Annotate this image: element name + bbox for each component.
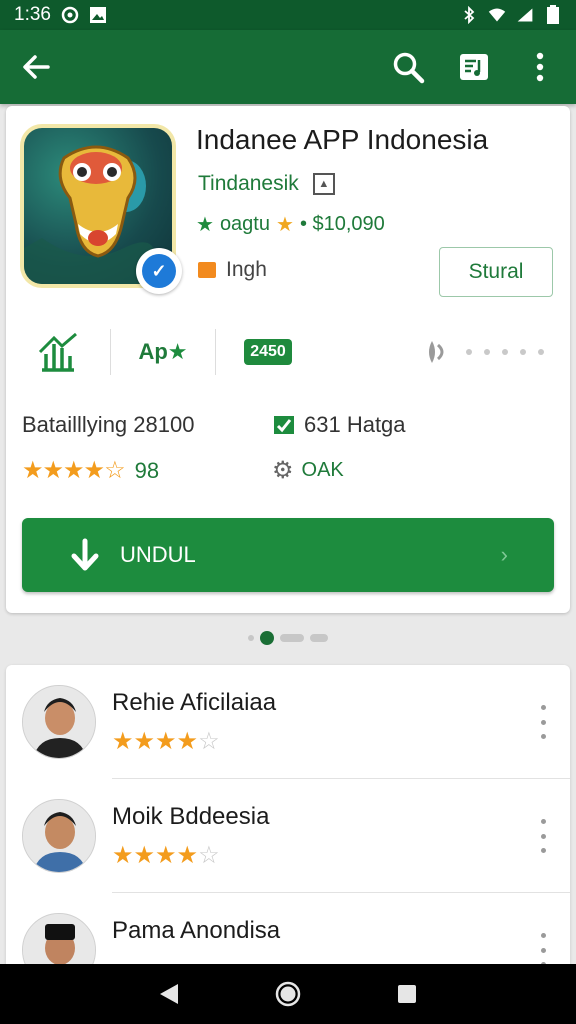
downloads-text: Batailllying 28100 xyxy=(22,412,195,437)
app-bar xyxy=(0,30,576,104)
age-row: 631 Hatga xyxy=(272,412,406,438)
nav-recents-button[interactable] xyxy=(387,974,427,1014)
flag-icon xyxy=(274,416,294,434)
nav-back-button[interactable] xyxy=(149,974,189,1014)
reviewer-name: Rehie Aficilaiaa xyxy=(112,689,277,716)
circle-home-icon xyxy=(275,981,301,1007)
playlist-button[interactable] xyxy=(454,47,494,87)
bluetooth-icon xyxy=(460,6,478,24)
status-bar: 1:36 xyxy=(0,0,576,30)
review-stars: ★★★★☆ xyxy=(112,728,220,755)
triangle-back-icon xyxy=(160,984,179,1004)
page-indicator xyxy=(0,628,576,648)
app-details-card: ✓ Indanee APP Indonesia Tindanesik ▲ ★ o… xyxy=(6,106,570,613)
more-vert-icon[interactable] xyxy=(536,705,550,739)
avatar[interactable] xyxy=(22,685,96,759)
wifi-icon xyxy=(488,6,506,24)
install-button[interactable]: Stural xyxy=(439,247,553,297)
status-row: ⚙ OAK xyxy=(272,456,344,485)
language-row: Ingh xyxy=(198,258,267,282)
page-dot[interactable] xyxy=(310,634,328,642)
avatar[interactable] xyxy=(22,913,96,965)
reviews-list: Rehie Aficilaiaa ★★★★☆ Moik Bddeesia ★★★… xyxy=(6,665,570,965)
review-stars: ★★★★☆ xyxy=(112,842,220,869)
page-dot[interactable] xyxy=(280,634,304,642)
playlist-icon xyxy=(460,54,488,80)
square-recents-icon xyxy=(397,985,416,1003)
download-label: UNDUL xyxy=(120,542,196,567)
more-vert-icon[interactable] xyxy=(536,933,550,965)
review-item[interactable]: Pama Anondisa xyxy=(6,893,570,965)
nav-home-button[interactable] xyxy=(268,974,308,1014)
app-verified-badge: ✓ xyxy=(136,248,182,294)
download-button[interactable]: UNDUL › xyxy=(22,518,554,592)
rating-text: oagtu xyxy=(219,213,270,235)
rating-row: ★★★★☆ 98 xyxy=(22,456,159,485)
apk-item[interactable]: Ap ★ xyxy=(111,320,215,384)
status-time: 1:36 xyxy=(14,4,51,25)
app-title: Indanee APP Indonesia xyxy=(196,124,489,155)
search-button[interactable] xyxy=(388,47,428,87)
status-label: OAK xyxy=(301,459,344,481)
verified-icon: ✓ xyxy=(142,254,176,288)
rating-line: ★ oagtu ★ • $10,090 xyxy=(196,212,385,237)
notification-icon xyxy=(61,6,79,24)
meta-row: Ap ★ 2450 xyxy=(6,320,570,384)
apk-label: Ap xyxy=(138,339,168,364)
star-icon: ★ xyxy=(276,214,294,236)
system-nav-bar xyxy=(0,964,576,1024)
back-button[interactable] xyxy=(16,47,56,87)
gear-icon: ⚙ xyxy=(272,457,294,484)
more-vert-icon[interactable] xyxy=(536,819,550,853)
more-info-item[interactable] xyxy=(320,320,568,384)
size-badge: 2450 xyxy=(244,339,292,365)
tag-icon xyxy=(198,262,216,278)
download-icon xyxy=(71,538,99,571)
developer-row[interactable]: Tindanesik ▲ xyxy=(198,172,335,196)
review-item[interactable]: Moik Bddeesia ★★★★☆ xyxy=(6,779,570,893)
star-icon: ★ xyxy=(167,339,188,364)
reviewer-name: Moik Bddeesia xyxy=(112,803,270,830)
audio-icon xyxy=(429,341,444,363)
price-text: • $10,090 xyxy=(299,213,385,235)
reviewer-name: Pama Anondisa xyxy=(112,917,281,944)
share-item[interactable] xyxy=(6,320,110,384)
search-icon xyxy=(393,52,425,84)
avatar[interactable] xyxy=(22,799,96,873)
review-item[interactable]: Rehie Aficilaiaa ★★★★☆ xyxy=(6,665,570,779)
pagination-dots xyxy=(466,349,544,355)
chevron-right-icon: › xyxy=(500,542,508,567)
arrow-back-icon xyxy=(23,55,50,79)
signal-icon xyxy=(516,6,534,24)
rating-stars: ★★★★☆ xyxy=(22,457,126,484)
page-dot[interactable] xyxy=(248,635,254,641)
size-item[interactable]: 2450 xyxy=(216,320,320,384)
star-icon: ★ xyxy=(196,214,214,236)
developer-name[interactable]: Tindanesik xyxy=(198,172,299,196)
share-chart-icon xyxy=(38,332,77,372)
more-vert-icon xyxy=(536,52,544,82)
image-placeholder-icon: ▲ xyxy=(312,173,335,195)
page-dot-active[interactable] xyxy=(260,631,274,645)
rating-value: 98 xyxy=(134,457,160,483)
language-text: Ingh xyxy=(226,258,267,281)
image-icon xyxy=(89,6,107,24)
more-options-button[interactable] xyxy=(520,47,560,87)
battery-icon xyxy=(544,5,562,24)
age-label: 631 Hatga xyxy=(304,412,406,437)
